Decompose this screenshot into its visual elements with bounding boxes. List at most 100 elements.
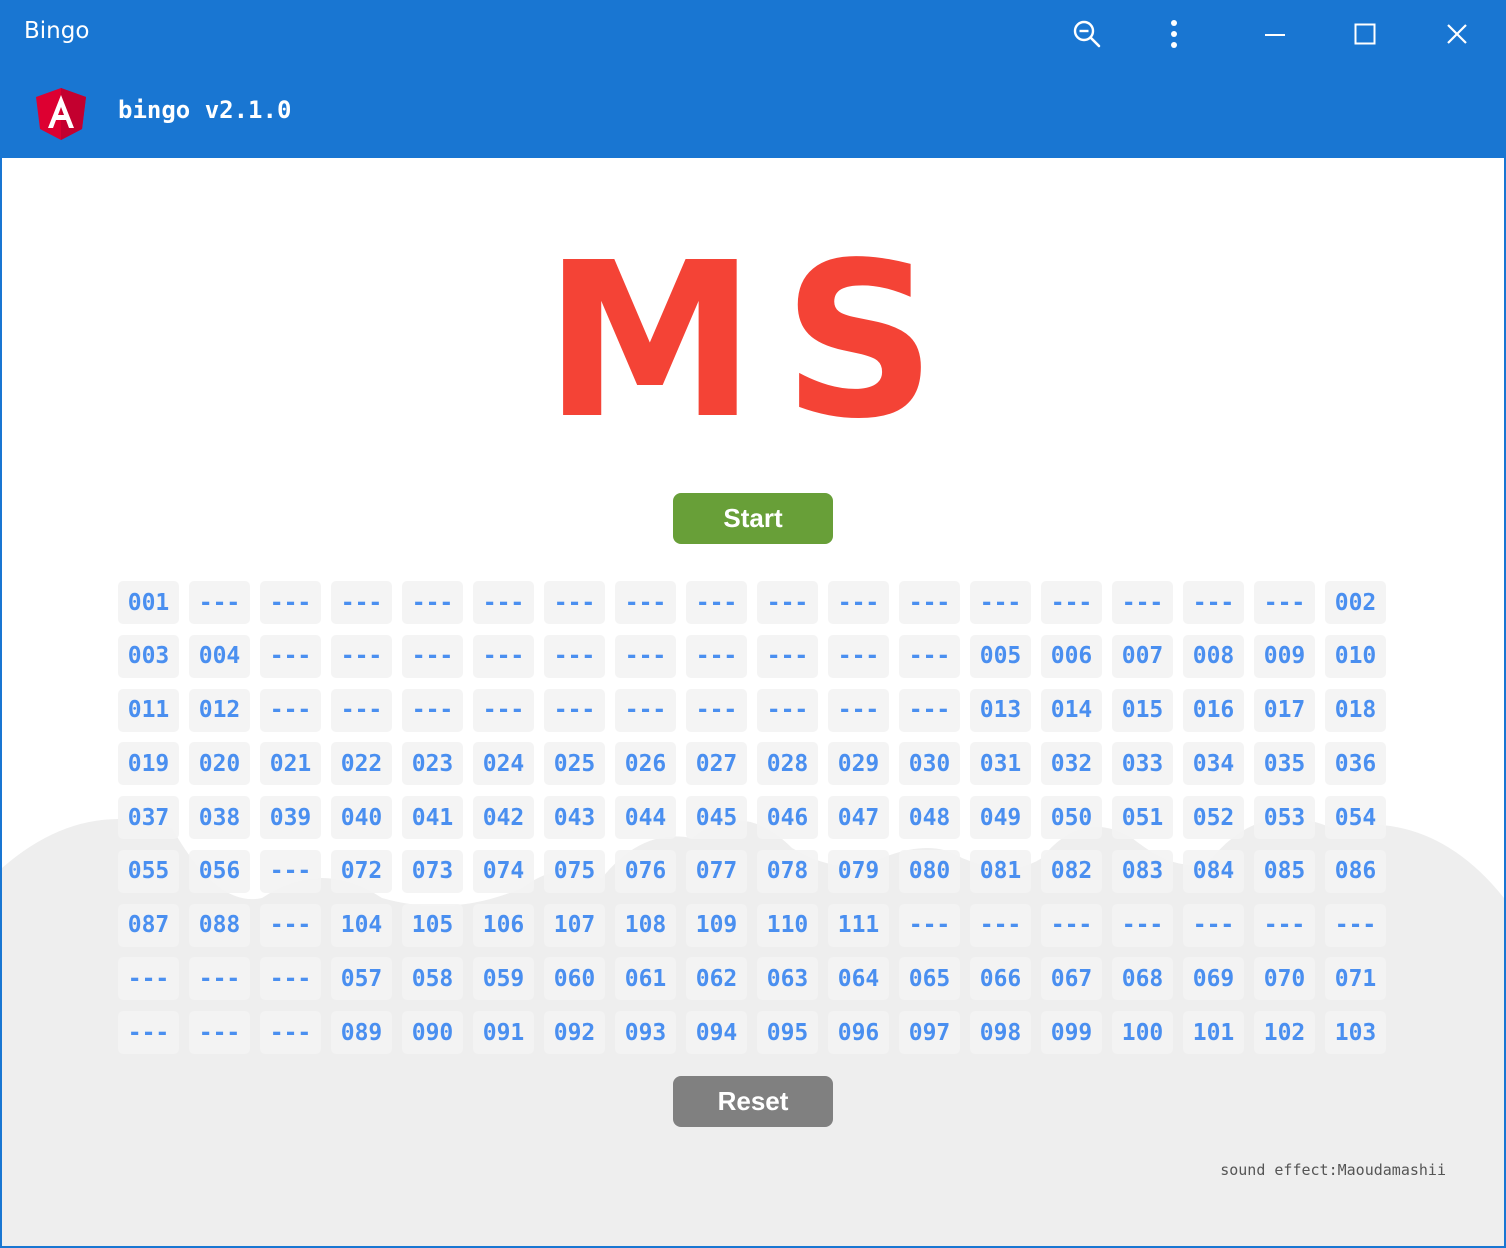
board-cell: 020 bbox=[189, 742, 250, 786]
board-cell: 044 bbox=[615, 796, 676, 839]
board-cell: 103 bbox=[1325, 1011, 1386, 1054]
board-cell: 028 bbox=[757, 742, 818, 786]
board-cell: 074 bbox=[473, 849, 534, 893]
board-cell: 063 bbox=[757, 957, 818, 1001]
current-number-display: MS bbox=[543, 217, 963, 466]
board-cell: 081 bbox=[970, 849, 1031, 893]
main-content: MS Start 001 --- --- --- --- --- --- --- --- --- -… bbox=[2, 158, 1504, 1246]
board-cell: 080 bbox=[899, 849, 960, 893]
board-cell: 098 bbox=[970, 1011, 1031, 1054]
board-cell: --- bbox=[260, 688, 321, 732]
board-cell: --- bbox=[970, 581, 1031, 624]
board-cell: 023 bbox=[402, 742, 463, 786]
board-cell: 067 bbox=[1041, 957, 1102, 1001]
menu-button[interactable] bbox=[1129, 2, 1219, 66]
board-cell: 105 bbox=[402, 903, 463, 947]
close-icon bbox=[1447, 24, 1467, 44]
board-cell: 060 bbox=[544, 957, 605, 1001]
board-cell: 037 bbox=[118, 796, 179, 839]
board-cell: 102 bbox=[1254, 1011, 1315, 1054]
board-cell: 017 bbox=[1254, 688, 1315, 732]
board-cell: 033 bbox=[1112, 742, 1173, 786]
board-cell: --- bbox=[260, 903, 321, 947]
board-cell: --- bbox=[331, 634, 392, 678]
board-cell: 073 bbox=[402, 849, 463, 893]
board-cell: 057 bbox=[331, 957, 392, 1001]
board-cell: --- bbox=[544, 581, 605, 624]
board-cell: 052 bbox=[1183, 796, 1244, 839]
board-cell: --- bbox=[686, 688, 747, 732]
board-cell: 031 bbox=[970, 742, 1031, 786]
board-cell: --- bbox=[402, 688, 463, 732]
board-cell: --- bbox=[828, 688, 889, 732]
board-cell: 069 bbox=[1183, 957, 1244, 1001]
reset-button[interactable]: Reset bbox=[673, 1076, 833, 1127]
minimize-button[interactable] bbox=[1230, 2, 1320, 66]
board-cell: 025 bbox=[544, 742, 605, 786]
board-cell: --- bbox=[828, 581, 889, 624]
board-cell: 082 bbox=[1041, 849, 1102, 893]
board-cell: --- bbox=[1112, 903, 1173, 947]
board-cell: 096 bbox=[828, 1011, 889, 1054]
board-cell: 066 bbox=[970, 957, 1031, 1001]
board-cell: 014 bbox=[1041, 688, 1102, 732]
board-cell: 091 bbox=[473, 1011, 534, 1054]
app-toolbar: bingo v2.1.0 bbox=[2, 66, 1504, 158]
board-cell: 100 bbox=[1112, 1011, 1173, 1054]
board-cell: --- bbox=[544, 688, 605, 732]
board-cell: 049 bbox=[970, 796, 1031, 839]
board-cell: 030 bbox=[899, 742, 960, 786]
board-cell: 039 bbox=[260, 796, 321, 839]
board-cell: --- bbox=[189, 1011, 250, 1054]
board-cell: --- bbox=[260, 849, 321, 893]
board-cell: --- bbox=[615, 634, 676, 678]
board-cell: 062 bbox=[686, 957, 747, 1001]
board-cell: 048 bbox=[899, 796, 960, 839]
board-cell: 083 bbox=[1112, 849, 1173, 893]
board-cell: --- bbox=[686, 634, 747, 678]
board-cell: 010 bbox=[1325, 634, 1386, 678]
close-button[interactable] bbox=[1412, 2, 1502, 66]
board-cell: 075 bbox=[544, 849, 605, 893]
zoom-button[interactable] bbox=[1042, 2, 1132, 66]
title-bar: Bingo bbox=[2, 2, 1504, 66]
board-cell: 065 bbox=[899, 957, 960, 1001]
board-cell: 099 bbox=[1041, 1011, 1102, 1054]
board-cell: 029 bbox=[828, 742, 889, 786]
board-cell: 108 bbox=[615, 903, 676, 947]
board-cell: --- bbox=[473, 634, 534, 678]
board-cell: 056 bbox=[189, 849, 250, 893]
board-cell: --- bbox=[970, 903, 1031, 947]
board-cell: --- bbox=[260, 957, 321, 1001]
board-cell: 018 bbox=[1325, 688, 1386, 732]
board-cell: 079 bbox=[828, 849, 889, 893]
board-cell: 040 bbox=[331, 796, 392, 839]
board-cell: 095 bbox=[757, 1011, 818, 1054]
board-cell: 055 bbox=[118, 849, 179, 893]
board-cell: 036 bbox=[1325, 742, 1386, 786]
board-cell: 084 bbox=[1183, 849, 1244, 893]
board-cell: 021 bbox=[260, 742, 321, 786]
board-cell: 011 bbox=[118, 688, 179, 732]
board-cell: --- bbox=[118, 1011, 179, 1054]
board-cell: 026 bbox=[615, 742, 676, 786]
board-cell: --- bbox=[1183, 581, 1244, 624]
board-cell: --- bbox=[899, 688, 960, 732]
board-cell: --- bbox=[899, 634, 960, 678]
board-cell: 051 bbox=[1112, 796, 1173, 839]
board-cell: 016 bbox=[1183, 688, 1244, 732]
board-cell: --- bbox=[899, 581, 960, 624]
window-title: Bingo bbox=[24, 18, 90, 44]
board-cell: 024 bbox=[473, 742, 534, 786]
board-cell: 068 bbox=[1112, 957, 1173, 1001]
board-cell: 022 bbox=[331, 742, 392, 786]
start-button[interactable]: Start bbox=[673, 493, 833, 544]
board-cell: 047 bbox=[828, 796, 889, 839]
maximize-button[interactable] bbox=[1320, 2, 1410, 66]
board-cell: --- bbox=[189, 581, 250, 624]
zoom-out-icon bbox=[1073, 20, 1101, 48]
board-cell: --- bbox=[402, 581, 463, 624]
maximize-icon bbox=[1354, 23, 1376, 45]
board-cell: --- bbox=[615, 581, 676, 624]
board-cell: --- bbox=[473, 688, 534, 732]
